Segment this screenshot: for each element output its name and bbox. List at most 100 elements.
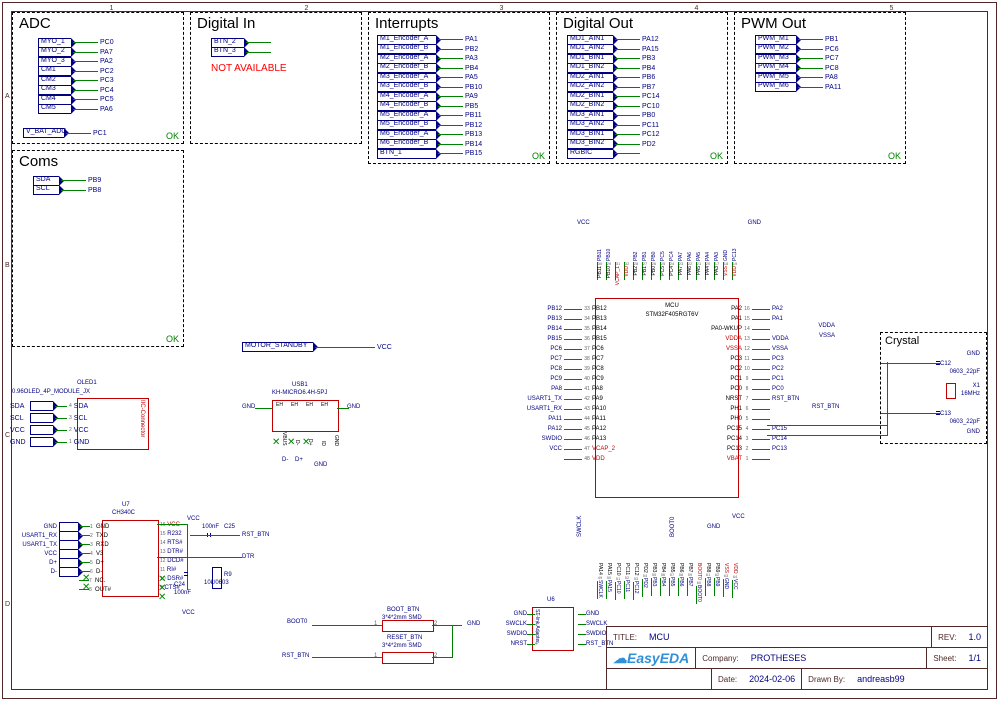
gnd-label: GND [967,429,980,435]
ch340-name: CH340C [112,510,135,516]
netlabel-row: M5_Encoder_APB11 [377,111,482,121]
easyeda-logo: ☁EasyEDA [607,648,695,668]
mcu-pin-col: 32VDD [624,233,630,277]
button-symbol [382,652,434,664]
mcu-pin-row: USART1_RX43PA10 [517,404,615,414]
mcu-pin-row: VCC47VCAP_2 [517,444,615,454]
interrupts-block: Interrupts OK M1_Encoder_APA1M1_Encoder_… [368,12,550,164]
mcu-pin-row: VDDA13VDDA [711,334,817,344]
cap-val: 0603_22pF [950,419,980,425]
wire [887,362,888,436]
mcu-pin-col: PA317PA3 [714,233,720,275]
crystal-symbol [946,383,956,399]
mcu-pin-col: PC424PC4 [669,233,675,276]
mcu-pin-row: PA841PA8 [517,384,615,394]
mcu-pin-row: PC08PC0 [711,384,817,394]
mcu-pin-col: 31VCAP_1 [615,233,621,285]
mcu-pin-col: PB026PB0 [651,233,657,275]
drawn-value: andreasb99 [851,669,911,689]
ok-label: OK [166,131,179,141]
cap-ref: C13 [940,411,951,417]
mcu-pin-col: PB557PB5 [669,563,675,605]
drawn-label: Drawn By: [801,669,851,689]
ch340-pin-row: 8OUT# [12,585,111,594]
ok-label: OK [166,334,179,344]
vssa-label: VSSA [819,333,835,339]
block-title: Interrupts [375,15,438,32]
netlabel-row: RGBIC [567,149,660,159]
cap-ref: C12 [940,361,951,367]
oled-name: 0.96OLED_4P_MODULE_JX [12,389,90,395]
netlabel-row: PWM_M3PC7 [755,54,841,64]
mcu-pin-col: PB962PB9 [714,563,720,605]
mcu-component: MCU STM32F405RGT6V PB1233PB12PB1334PB13P… [567,268,767,528]
gnd-label: GND [748,220,761,226]
ok-label: OK [532,151,545,161]
ok-label: OK [888,151,901,161]
mcu-pin-row: PC19PC1 [711,374,817,384]
netlabel-row: MD2_AIN2PB7 [567,83,660,93]
digital-in-block: Digital In BTN_2BTN_3 NOT AVAILABLE [190,12,362,144]
company-value: PROTHESES [745,648,927,668]
netlabel-row: PWM_M2PC6 [755,45,841,55]
oled-type: IIC-Connector [139,400,145,437]
digital-out-block: Digital Out OK MD1_AIN1PA12MD1_AIN2PA15M… [556,12,728,164]
gnd-label: GND [467,621,480,627]
mcu-pin-row: PC311PC3 [711,354,817,364]
mcu-pin-col: PB1029PB10 [606,233,612,278]
mcu-pin-col: PA723PA7 [678,233,684,275]
netlabel-row: SDAPB9 [33,176,101,186]
gnd-label: GND [347,404,360,410]
netlabel-row: M6_Encoder_APB13 [377,130,482,140]
mcu-part: STM32F405RGT6V [622,312,722,318]
not-available-label: NOT AVAILABLE [211,63,287,74]
vcc-label: VCC [187,516,200,522]
mcu-pin-row: USART1_TX42PA9 [517,394,615,404]
mcu-pin-row: PA1144PA11 [517,414,615,424]
netlabel-row: CM4PC5 [38,95,114,105]
mcu-pin-row: 6PH1 [711,404,817,414]
mcu-pin-row: SWDIO46PA13 [517,434,615,444]
usb-ref: USB1 [292,382,308,388]
ch340-pin-row: D-6D- [12,567,111,576]
netlabel-row: CM2PC3 [38,76,114,86]
ch340-ref: U7 [122,502,130,508]
netlabel-list: MD1_AIN1PA12MD1_AIN2PA15MD1_BIN1PB3MD1_B… [567,35,660,159]
usb-name: KH-MICRO6.4H-5PJ [272,390,327,396]
pin-num: 2 [434,653,437,659]
boot0-net: BOOT0 [670,517,676,537]
netlabel-row: MYO_2PA7 [38,48,114,58]
vcc-label: VCC [732,514,745,520]
netlabel-row: M4_Encoder_BPB5 [377,102,482,112]
netlabel-list: MYO_1PC0MYO_2PA7MYO_3PA2CM1PC2CM2PC3CM3P… [38,38,114,114]
netlabel-row: MD2_BIN1PC14 [567,92,660,102]
netlabel-row: MYO_1PC0 [38,38,114,48]
mcu-pin-row: 5PH0 [711,414,817,424]
block-title: Crystal [885,335,919,347]
block-title: ADC [19,15,51,32]
cap-symbol [184,572,188,576]
schematic-frame: 1 2 3 4 5 A B C D ADC OK MYO_1PC0MYO_2PA… [2,2,997,699]
reset-btn-name: 3*4*2mm SMD [382,643,422,649]
ch340-pin-row: 14 RTS# [160,540,184,549]
rev-value: 1.0 [962,627,987,647]
netlabel-row: MD3_BIN2PD2 [567,140,660,150]
mcu-pin-col: PB456PB4 [660,563,666,605]
pwm-out-block: PWM Out OK PWM_M1PB1PWM_M2PC6PWM_M3PC7PW… [734,12,906,164]
mcu-pin-row: 14PA0-WKUP [711,324,817,334]
cap-val: 100nF [174,590,191,596]
wire [767,425,887,426]
netlabel-row: MD1_BIN2PB4 [567,64,660,74]
mcu-pin-row: PB1233PB12 [517,304,615,314]
mcu-pin-row: 1VBAT [711,454,817,464]
cap-val: 0603_22pF [950,369,980,375]
rst-net: RST_BTN [282,653,309,659]
mcu-pin-row: PB1334PB13 [517,314,615,324]
cap-ref: C25 [224,524,235,530]
netlabel-row: M3_Encoder_BPB10 [377,83,482,93]
block-title: Digital In [197,15,255,32]
mcu-pin-row: PC940PC9 [517,374,615,384]
xtal-val: 16MHz [961,391,980,397]
usb-connector: USB1 KH-MICRO6.4H-5PJ GND GND EHEHEHEH V… [242,382,372,472]
block-title: PWM Out [741,15,806,32]
